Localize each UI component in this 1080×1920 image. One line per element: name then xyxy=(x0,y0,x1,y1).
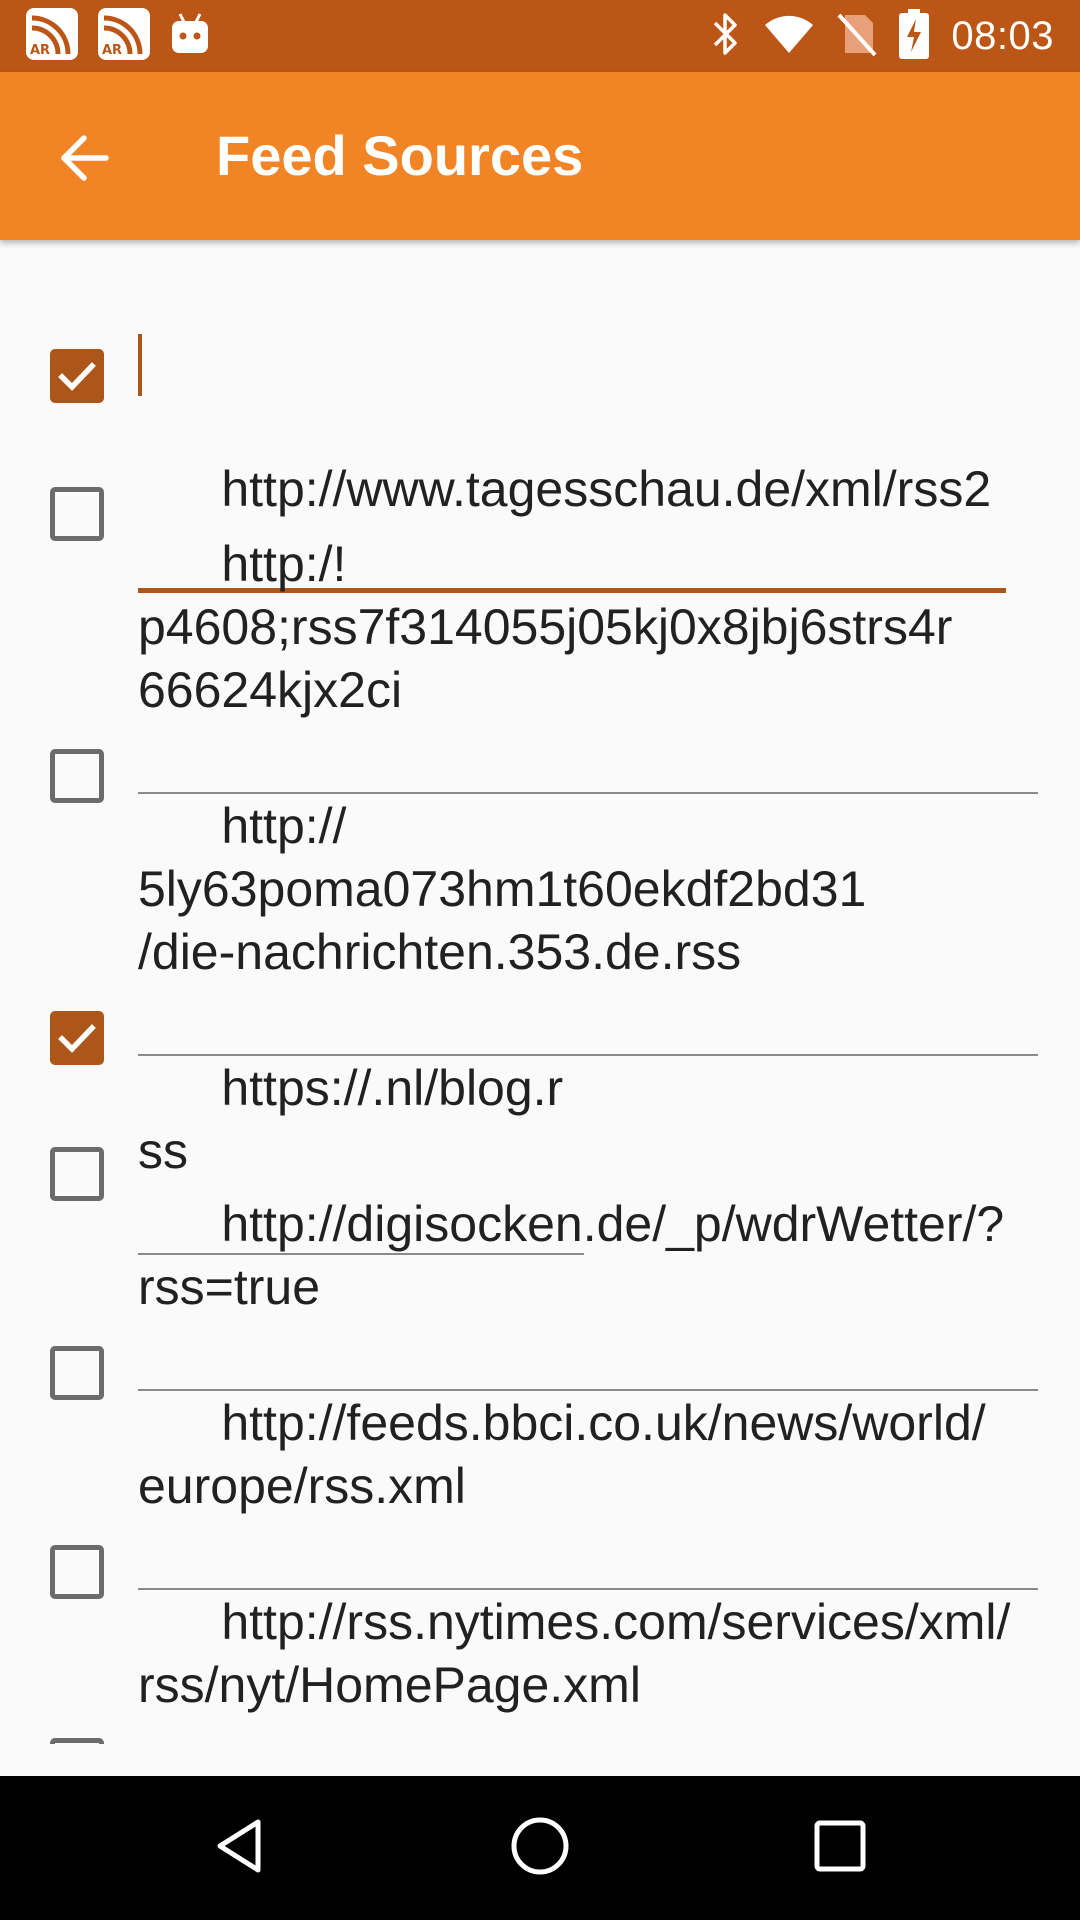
feed-url-text: http:/! p4608;rss7f314055j05kj0x8jbj6str… xyxy=(138,536,953,718)
bluetooth-icon xyxy=(711,11,741,62)
feed-url-text: http://feeds.bbci.co.uk/news/world/ euro… xyxy=(138,1395,986,1514)
nav-recents-button[interactable] xyxy=(790,1798,890,1898)
feed-url-text: http:// 5ly63poma073hm1t60ekdf2bd31 /die… xyxy=(138,798,867,980)
svg-text:AR: AR xyxy=(102,43,122,58)
notification-icons: AR AR xyxy=(26,7,230,65)
navigation-bar xyxy=(0,1776,1080,1920)
feed-enabled-checkbox[interactable] xyxy=(50,1011,104,1065)
feed-url-text: http://rss.nytimes.com/services/xml/ rss… xyxy=(138,1594,1011,1713)
feed-enabled-checkbox[interactable] xyxy=(50,1545,104,1599)
no-sim-icon xyxy=(837,11,877,62)
page-title: Feed Sources xyxy=(216,124,584,187)
checkmark-icon xyxy=(58,362,96,391)
feed-enabled-checkbox[interactable] xyxy=(50,487,104,541)
feed-enabled-checkbox[interactable] xyxy=(50,349,104,403)
home-circle-icon xyxy=(509,1815,571,1882)
android-robot-icon xyxy=(170,12,210,61)
feed-source-list: http://www.tagesschau.de/xml/rss2 http:/… xyxy=(0,240,1080,1744)
nav-back-button[interactable] xyxy=(190,1798,290,1898)
checkmark-icon xyxy=(58,1024,96,1053)
feed-enabled-checkbox[interactable] xyxy=(50,1738,104,1744)
feed-enabled-checkbox[interactable] xyxy=(50,1147,104,1201)
status-bar: AR AR 08:03 xyxy=(0,0,1080,72)
nav-home-button[interactable] xyxy=(490,1798,590,1898)
text-cursor xyxy=(138,334,142,396)
battery-charging-icon xyxy=(899,8,930,64)
feed-enabled-checkbox[interactable] xyxy=(50,749,104,803)
wifi-icon xyxy=(763,13,815,60)
ar-feed-icon: AR xyxy=(98,7,150,65)
arrow-back-icon xyxy=(58,132,110,189)
feed-enabled-checkbox[interactable] xyxy=(50,1346,104,1400)
feed-url-text: http://digisocken.de/_p/wdrWetter/? rss=… xyxy=(138,1196,1005,1315)
recents-square-icon xyxy=(812,1818,868,1879)
feed-url-input[interactable]: http://rss.nytimes.com/services/xml/ rss… xyxy=(138,1528,1038,1744)
back-triangle-icon xyxy=(210,1816,270,1881)
feed-row-partial xyxy=(0,1738,1080,1744)
system-status-icons: 08:03 xyxy=(689,8,1054,64)
app-bar: Feed Sources xyxy=(0,72,1080,240)
svg-text:AR: AR xyxy=(30,43,50,58)
status-time: 08:03 xyxy=(951,13,1054,58)
back-button[interactable] xyxy=(36,112,132,208)
ar-feed-icon: AR xyxy=(26,7,78,65)
